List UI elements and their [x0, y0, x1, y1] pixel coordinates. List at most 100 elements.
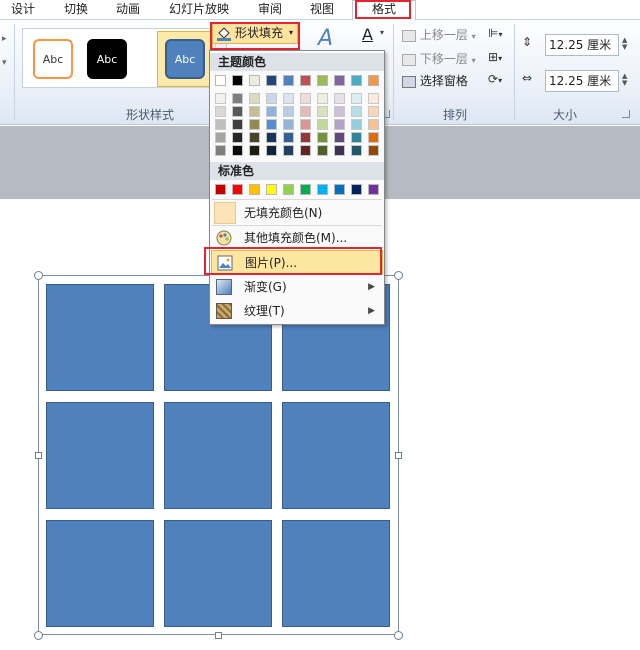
theme-shade-swatch[interactable]: [368, 119, 379, 130]
theme-color-swatch[interactable]: [334, 75, 345, 86]
theme-shade-swatch[interactable]: [249, 106, 260, 117]
theme-shade-swatch[interactable]: [334, 145, 345, 156]
standard-color-swatch[interactable]: [300, 184, 311, 195]
theme-shade-swatch[interactable]: [266, 106, 277, 117]
theme-shade-swatch[interactable]: [317, 106, 328, 117]
theme-shade-swatch[interactable]: [283, 132, 294, 143]
resize-handle-top-left[interactable]: [34, 271, 43, 280]
shape-style-preset-1[interactable]: Abc: [33, 39, 73, 79]
standard-color-swatch[interactable]: [368, 184, 379, 195]
theme-color-swatch[interactable]: [283, 75, 294, 86]
theme-shade-swatch[interactable]: [232, 145, 243, 156]
tab-slideshow[interactable]: 幻灯片放映: [163, 1, 235, 19]
theme-shade-swatch[interactable]: [300, 106, 311, 117]
tab-design[interactable]: 设计: [6, 1, 40, 19]
standard-color-swatch[interactable]: [334, 184, 345, 195]
theme-shade-swatch[interactable]: [300, 145, 311, 156]
shape-style-gallery[interactable]: Abc Abc Abc ▲ ▼ ▾: [22, 28, 227, 88]
shape-style-preset-3[interactable]: Abc: [165, 39, 205, 79]
theme-shade-swatch[interactable]: [368, 145, 379, 156]
theme-shade-swatch[interactable]: [215, 93, 226, 104]
theme-shade-swatch[interactable]: [351, 132, 362, 143]
texture-menu-item[interactable]: 纹理(T) ▶: [211, 299, 383, 323]
resize-handle-top-right[interactable]: [394, 271, 403, 280]
theme-color-swatch[interactable]: [351, 75, 362, 86]
tab-view[interactable]: 视图: [302, 1, 342, 19]
theme-shade-swatch[interactable]: [232, 132, 243, 143]
rotate-button[interactable]: ⟳▾: [488, 72, 502, 86]
theme-color-swatch[interactable]: [300, 75, 311, 86]
theme-shade-swatch[interactable]: [334, 132, 345, 143]
height-spinner[interactable]: ▲ ▼: [622, 37, 627, 51]
resize-handle-bottom-left[interactable]: [34, 631, 43, 640]
theme-shade-swatch[interactable]: [266, 119, 277, 130]
theme-shade-swatch[interactable]: [351, 145, 362, 156]
resize-handle-right[interactable]: [395, 452, 402, 459]
standard-color-swatch[interactable]: [283, 184, 294, 195]
theme-shade-swatch[interactable]: [215, 119, 226, 130]
theme-shade-swatch[interactable]: [351, 93, 362, 104]
theme-shade-swatch[interactable]: [215, 132, 226, 143]
standard-color-swatch[interactable]: [232, 184, 243, 195]
theme-shade-swatch[interactable]: [266, 93, 277, 104]
theme-shade-swatch[interactable]: [232, 106, 243, 117]
resize-handle-left[interactable]: [35, 452, 42, 459]
theme-shade-swatch[interactable]: [351, 106, 362, 117]
theme-shade-swatch[interactable]: [334, 106, 345, 117]
theme-shade-swatch[interactable]: [283, 106, 294, 117]
theme-shade-swatch[interactable]: [351, 119, 362, 130]
theme-shade-swatch[interactable]: [249, 93, 260, 104]
text-effects-a-icon[interactable]: A: [318, 26, 333, 51]
theme-shade-swatch[interactable]: [283, 93, 294, 104]
theme-shade-swatch[interactable]: [283, 145, 294, 156]
theme-shade-swatch[interactable]: [368, 132, 379, 143]
text-fill-a-icon[interactable]: A: [362, 25, 373, 44]
left-scroll-arrow-icon-2[interactable]: ▾: [2, 58, 7, 68]
text-fill-dropdown-icon[interactable]: ▾: [380, 28, 384, 37]
shape-style-preset-2[interactable]: Abc: [87, 39, 127, 79]
align-button[interactable]: ⊫▾: [488, 26, 502, 40]
theme-shade-swatch[interactable]: [300, 132, 311, 143]
theme-shade-swatch[interactable]: [317, 93, 328, 104]
selection-pane-button[interactable]: 选择窗格: [402, 72, 468, 89]
bring-forward-button[interactable]: 上移一层 ▾: [402, 26, 476, 43]
theme-shade-swatch[interactable]: [317, 145, 328, 156]
standard-color-swatch[interactable]: [317, 184, 328, 195]
standard-color-swatch[interactable]: [215, 184, 226, 195]
tab-animations[interactable]: 动画: [108, 1, 148, 19]
theme-shade-swatch[interactable]: [249, 119, 260, 130]
left-scroll-arrow-icon[interactable]: ▸: [2, 34, 7, 44]
theme-shade-swatch[interactable]: [317, 119, 328, 130]
theme-color-swatch[interactable]: [215, 75, 226, 86]
theme-shade-swatch[interactable]: [232, 93, 243, 104]
theme-shade-swatch[interactable]: [215, 145, 226, 156]
standard-color-swatch[interactable]: [266, 184, 277, 195]
theme-shade-swatch[interactable]: [249, 132, 260, 143]
no-fill-menu-item[interactable]: 无填充颜色(N): [211, 201, 383, 225]
width-spinner[interactable]: ▲ ▼: [622, 73, 627, 87]
tab-review[interactable]: 审阅: [250, 1, 290, 19]
theme-shade-swatch[interactable]: [300, 93, 311, 104]
standard-color-swatch[interactable]: [351, 184, 362, 195]
resize-handle-bottom[interactable]: [215, 632, 222, 639]
theme-shade-swatch[interactable]: [334, 119, 345, 130]
theme-color-swatch[interactable]: [249, 75, 260, 86]
theme-shade-swatch[interactable]: [368, 106, 379, 117]
theme-color-swatch[interactable]: [368, 75, 379, 86]
theme-shade-swatch[interactable]: [215, 106, 226, 117]
size-dialog-launcher[interactable]: [622, 110, 630, 118]
gradient-menu-item[interactable]: 渐变(G) ▶: [211, 275, 383, 299]
standard-color-swatch[interactable]: [249, 184, 260, 195]
shape-width-input[interactable]: 12.25 厘米: [545, 70, 619, 92]
theme-shade-swatch[interactable]: [334, 93, 345, 104]
theme-shade-swatch[interactable]: [266, 145, 277, 156]
theme-shade-swatch[interactable]: [249, 145, 260, 156]
theme-color-swatch[interactable]: [232, 75, 243, 86]
theme-color-swatch[interactable]: [266, 75, 277, 86]
theme-shade-swatch[interactable]: [368, 93, 379, 104]
theme-shade-swatch[interactable]: [266, 132, 277, 143]
tab-transitions[interactable]: 切换: [56, 1, 96, 19]
theme-shade-swatch[interactable]: [300, 119, 311, 130]
theme-shade-swatch[interactable]: [232, 119, 243, 130]
theme-shade-swatch[interactable]: [317, 132, 328, 143]
